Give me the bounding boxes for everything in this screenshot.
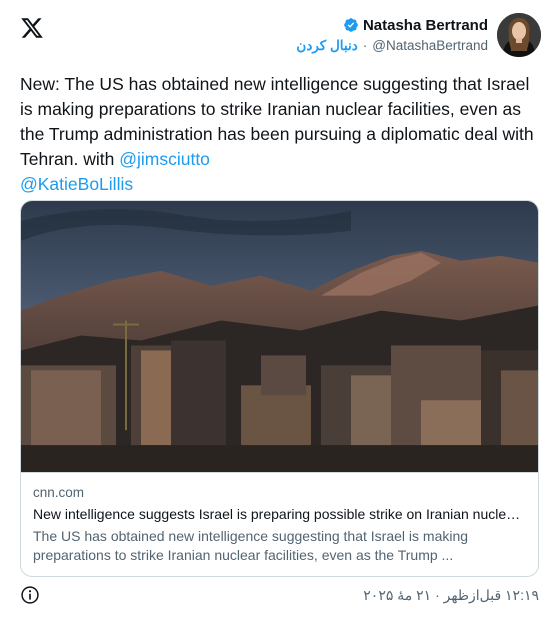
- mention-link[interactable]: @jimsciutto: [119, 149, 210, 169]
- link-preview-card[interactable]: cnn.com New intelligence suggests Israel…: [20, 200, 539, 577]
- author-handle[interactable]: @NatashaBertrand: [372, 38, 488, 53]
- author-display-name[interactable]: Natasha Bertrand: [363, 17, 488, 34]
- card-image: [21, 201, 538, 473]
- info-icon[interactable]: [20, 585, 40, 605]
- verified-badge-icon: [344, 18, 358, 32]
- tweet-timestamp[interactable]: ۱۲:۱۹ قبل‌ازظهر · ۲۱ مهٔ ۲۰۲۵: [363, 587, 539, 604]
- follow-button[interactable]: دنبال کردن: [296, 38, 357, 54]
- tweet-footer: ۱۲:۱۹ قبل‌ازظهر · ۲۱ مهٔ ۲۰۲۵: [20, 584, 539, 606]
- author-header: Natasha Bertrand دنبال کردن · @NatashaBe…: [296, 13, 541, 57]
- card-description: The US has obtained new intelligence sug…: [33, 528, 469, 563]
- tweet-body: New: The US has obtained new intelligenc…: [20, 74, 534, 169]
- handle-row: دنبال کردن · @NatashaBertrand: [296, 38, 488, 54]
- card-domain: cnn.com: [33, 485, 85, 500]
- avatar[interactable]: [497, 13, 541, 57]
- tweet-text: New: The US has obtained new intelligenc…: [20, 72, 535, 197]
- separator-dot: ·: [362, 38, 368, 53]
- tweet-embed: Natasha Bertrand دنبال کردن · @NatashaBe…: [0, 0, 559, 618]
- name-row: Natasha Bertrand: [343, 17, 488, 34]
- card-title[interactable]: New intelligence suggests Israel is prep…: [33, 506, 526, 522]
- x-logo-icon[interactable]: [20, 16, 44, 40]
- avatar-image: [497, 13, 541, 57]
- author-info: Natasha Bertrand دنبال کردن · @NatashaBe…: [296, 17, 488, 54]
- mention-link[interactable]: @KatieBoLillis: [20, 174, 133, 194]
- card-body: cnn.com New intelligence suggests Israel…: [21, 473, 538, 565]
